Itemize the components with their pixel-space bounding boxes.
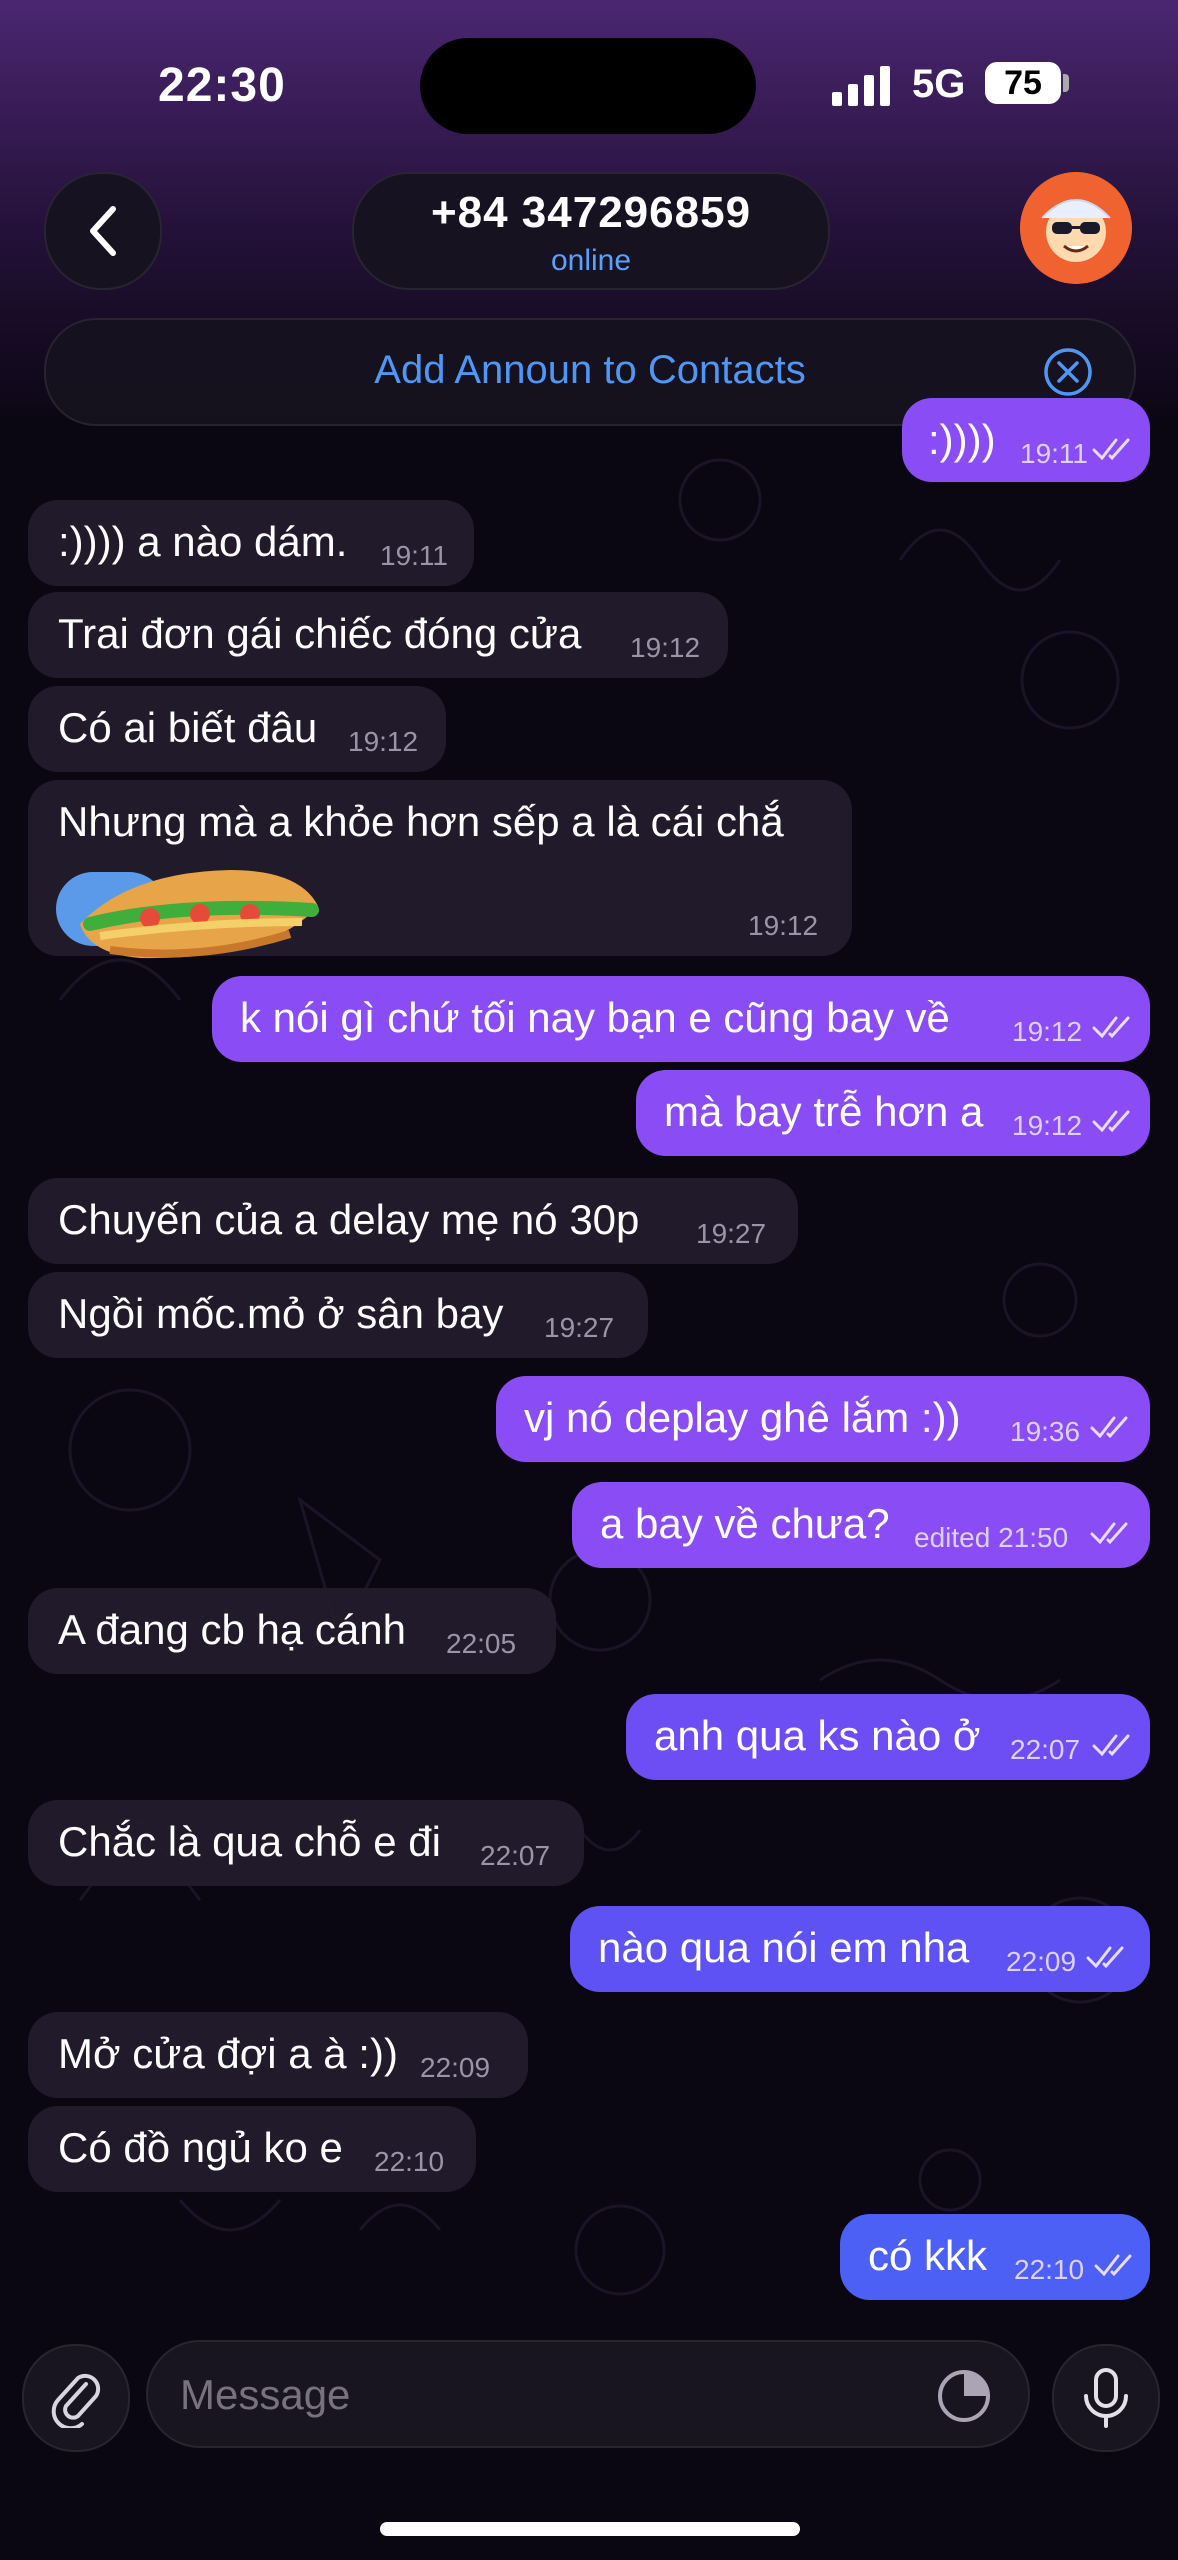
battery-cap [1063, 74, 1069, 92]
message-text: :)))) [928, 416, 996, 463]
message-text: có kkk [868, 2232, 988, 2279]
message-bubble-incoming[interactable]: Có ai biết đâu 19:12 [28, 686, 446, 772]
message-text: mà bay trễ hơn a [664, 1088, 984, 1135]
double-check-icon [1086, 1946, 1124, 1969]
message-text: Có ai biết đâu [58, 704, 318, 751]
message-bubble-outgoing[interactable]: vj nó deplay ghê lắm :)) 19:36 [496, 1376, 1150, 1462]
message-text: Chắc là qua chỗ e đi [58, 1818, 441, 1865]
message-text: k nói gì chứ tối nay bạn e cũng bay về [240, 994, 950, 1041]
message-input[interactable] [178, 2364, 942, 2426]
message-text: Ngồi mốc.mỏ ở sân bay [58, 1290, 504, 1337]
message-text: a bay về chưa? [600, 1500, 890, 1547]
double-check-icon [1092, 1016, 1130, 1039]
message-bubble-incoming[interactable]: A đang cb hạ cánh 22:05 [28, 1588, 556, 1674]
message-text: Chuyến của a delay mẹ nó 30p [58, 1196, 640, 1243]
message-bubble-incoming[interactable]: Ngồi mốc.mỏ ở sân bay 19:27 [28, 1272, 648, 1358]
message-bubble-incoming[interactable]: :)))) a nào dám. 19:11 [28, 500, 474, 586]
message-time: 22:09 [1006, 1946, 1077, 1977]
message-time: 22:10 [374, 2146, 445, 2177]
message-time: 19:11 [380, 540, 448, 571]
double-check-icon [1092, 438, 1130, 461]
double-check-icon [1090, 1522, 1128, 1545]
message-time: 19:12 [1012, 1016, 1083, 1047]
dynamic-island [420, 38, 756, 134]
chevron-left-icon [90, 206, 116, 256]
add-to-contacts-label: Add Announ to Contacts [374, 348, 806, 392]
message-bubble-outgoing[interactable]: có kkk 22:10 [840, 2214, 1150, 2300]
network-label: 5G [912, 62, 966, 106]
message-bubble-outgoing[interactable]: k nói gì chứ tối nay bạn e cũng bay về 1… [212, 976, 1150, 1062]
message-time: 19:12 [348, 726, 419, 757]
message-text: Có đồ ngủ ko e [58, 2124, 343, 2171]
back-button[interactable] [44, 172, 162, 290]
chat-title-button[interactable]: +84 347296859 online [352, 172, 830, 290]
message-bubble-incoming[interactable]: Chuyến của a delay mẹ nó 30p 19:27 [28, 1178, 798, 1264]
microphone-button[interactable] [1052, 2344, 1160, 2452]
message-text: A đang cb hạ cánh [58, 1606, 406, 1653]
battery-level: 75 [1004, 64, 1042, 102]
home-indicator[interactable] [380, 2522, 800, 2536]
message-text: Mở cửa đợi a à :)) [58, 2030, 398, 2077]
battery-icon: 75 [985, 62, 1061, 104]
double-check-icon [1092, 1734, 1130, 1757]
message-text: Trai đơn gái chiếc đóng cửa [58, 610, 582, 657]
attach-button[interactable] [22, 2344, 130, 2452]
avatar[interactable] [1020, 172, 1132, 284]
message-time: 22:05 [446, 1628, 517, 1659]
message-composer[interactable] [146, 2340, 1030, 2448]
message-time: 22:07 [1010, 1734, 1081, 1765]
message-bubble-incoming[interactable]: Mở cửa đợi a à :)) 22:09 [28, 2012, 528, 2098]
message-time: 22:07 [480, 1840, 551, 1871]
microphone-icon [1084, 2368, 1128, 2428]
message-bubble-outgoing[interactable]: :)))) 19:11 [902, 398, 1150, 482]
message-time: 22:10 [1014, 2254, 1085, 2285]
message-time: 19:12 [1012, 1110, 1083, 1141]
message-text: Nhưng mà a khỏe hơn sếp a là cái chắ [58, 798, 784, 845]
signal-icon [832, 66, 890, 106]
message-time: 19:27 [696, 1218, 767, 1249]
message-bubble-incoming[interactable]: Có đồ ngủ ko e 22:10 [28, 2106, 476, 2192]
message-bubble-outgoing[interactable]: nào qua nói em nha 22:09 [570, 1906, 1150, 1992]
paperclip-icon [51, 2373, 101, 2428]
message-time: 19:12 [748, 910, 819, 941]
sticker-icon[interactable] [934, 2366, 994, 2426]
contact-phone: +84 347296859 [430, 188, 752, 237]
message-time: 19:27 [544, 1312, 615, 1343]
message-time: 19:12 [630, 632, 701, 663]
message-bubble-outgoing[interactable]: anh qua ks nào ở 22:07 [626, 1694, 1150, 1780]
message-time: 19:36 [1010, 1416, 1081, 1447]
message-text: :)))) a nào dám. [58, 518, 348, 565]
online-status: online [550, 244, 632, 277]
message-bubble-incoming[interactable]: Trai đơn gái chiếc đóng cửa 19:12 [28, 592, 728, 678]
message-bubble-outgoing[interactable]: a bay về chưa? edited 21:50 [572, 1482, 1150, 1568]
message-time: 19:11 [1020, 438, 1088, 469]
close-circle-icon[interactable] [1042, 346, 1094, 398]
cartoon-avatar-icon [1020, 172, 1132, 284]
message-text: nào qua nói em nha [598, 1924, 970, 1971]
chat-screen: 22:30 5G 75 +84 347296859 online Add Ann… [0, 0, 1178, 2560]
message-time: 22:09 [420, 2052, 491, 2083]
double-check-icon [1090, 1416, 1128, 1439]
message-bubble-incoming[interactable]: Chắc là qua chỗ e đi 22:07 [28, 1800, 584, 1886]
message-text: anh qua ks nào ở [654, 1712, 981, 1759]
message-text: vj nó deplay ghê lắm :)) [524, 1394, 961, 1441]
message-time: edited 21:50 [914, 1522, 1069, 1553]
message-bubble-incoming[interactable]: Nhưng mà a khỏe hơn sếp a là cái chắ 19:… [28, 780, 852, 959]
sandwich-emoji [56, 870, 319, 959]
double-check-icon [1094, 2254, 1132, 2277]
status-time: 22:30 [158, 59, 286, 112]
message-bubble-outgoing[interactable]: mà bay trễ hơn a 19:12 [636, 1070, 1150, 1156]
double-check-icon [1092, 1110, 1130, 1133]
